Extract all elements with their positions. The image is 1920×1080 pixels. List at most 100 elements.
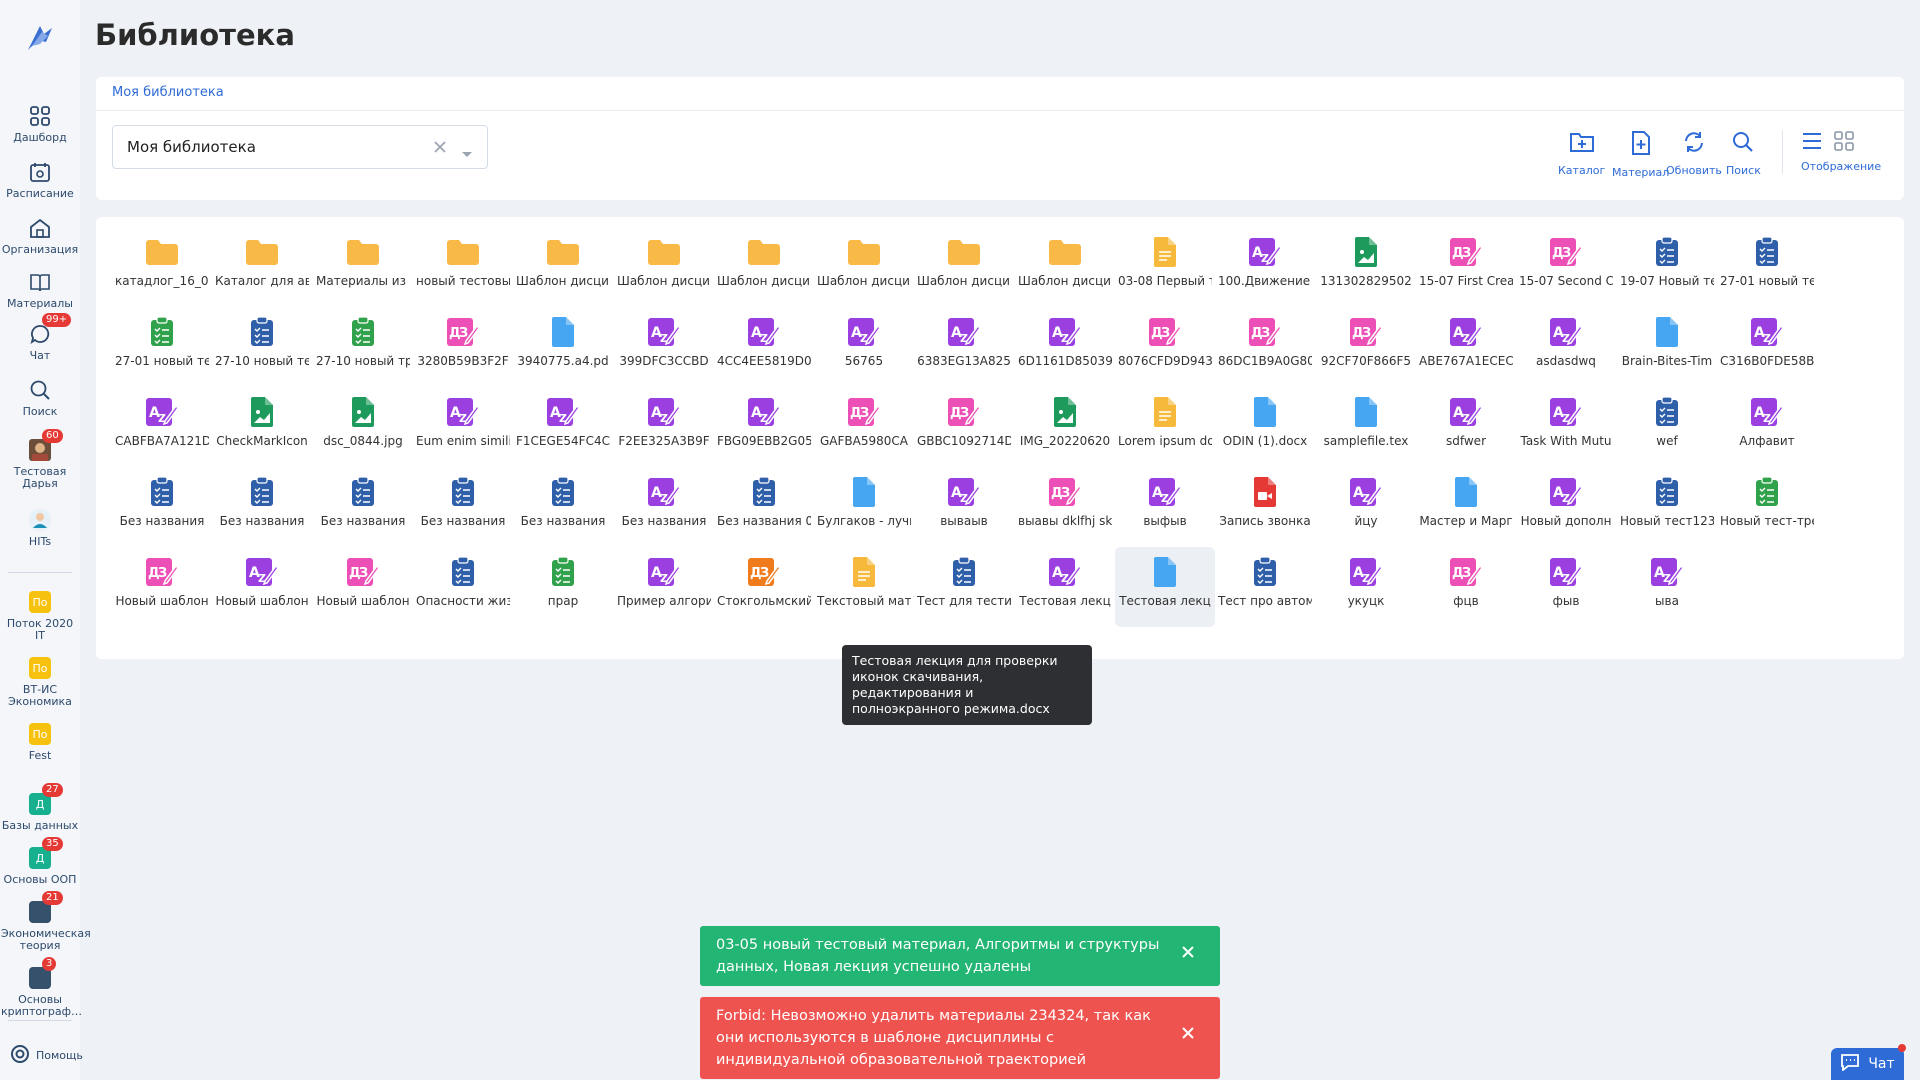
file-item[interactable]: Без названия [513, 467, 613, 547]
file-item[interactable]: 27-01 новый те [112, 307, 212, 387]
file-item[interactable]: Текстовый мат [814, 547, 914, 627]
file-item[interactable]: 3940775.a4.pd [513, 307, 613, 387]
file-item[interactable]: AZ Новый шаблон [212, 547, 312, 627]
file-item[interactable]: AZ фыв [1516, 547, 1616, 627]
file-item[interactable]: AZ 6383EG13A825 [914, 307, 1014, 387]
file-item[interactable]: ДЗ 15-07 Second C [1516, 227, 1616, 307]
app-logo[interactable] [22, 20, 58, 56]
file-item[interactable]: Шаблон дисцип [1015, 227, 1115, 307]
file-item[interactable]: Новый тест-тре [1717, 467, 1817, 547]
file-item[interactable]: AZ 56765 [814, 307, 914, 387]
file-item[interactable]: samplefile.tex [1316, 387, 1416, 467]
file-item[interactable]: ДЗ выавы dklfhj sk [1015, 467, 1115, 547]
file-item[interactable]: IMG_20220620 [1015, 387, 1115, 467]
clear-icon[interactable] [431, 138, 449, 156]
add-material-button[interactable]: Материал [1612, 130, 1669, 179]
sidebar-item-6[interactable]: 60 Тестовая Дарья [0, 429, 80, 490]
file-item[interactable]: Без названия 05 [714, 467, 814, 547]
add-folder-button[interactable]: Каталог [1558, 130, 1605, 177]
file-item[interactable]: AZ FBG09EBB2G05 [714, 387, 814, 467]
file-item[interactable]: Материалы из ф [313, 227, 413, 307]
file-item[interactable]: Мастер и Марг [1416, 467, 1516, 547]
file-item[interactable]: Булгаков - лучш [814, 467, 914, 547]
sidebar-item-5[interactable]: Поиск [0, 378, 80, 418]
file-item[interactable]: 27-10 новый тр [313, 307, 413, 387]
file-item[interactable]: новый тестовый [413, 227, 513, 307]
file-item[interactable]: AZ йцу [1316, 467, 1416, 547]
sidebar-course-6[interactable]: 3 Основы криптограф… [0, 957, 82, 1018]
file-item[interactable]: Без названия [413, 467, 513, 547]
file-item[interactable]: AZ 399DFC3CCBD [614, 307, 714, 387]
sidebar-course-2[interactable]: По Fest [0, 722, 80, 762]
file-item[interactable]: AZ Eum enim simili [413, 387, 513, 467]
file-item[interactable]: катадлог_16_05 [112, 227, 212, 307]
file-item[interactable]: ДЗ фцв [1416, 547, 1516, 627]
file-item[interactable]: AZ ыва [1617, 547, 1717, 627]
sidebar-item-3[interactable]: Материалы [0, 270, 80, 310]
search-button[interactable]: Поиск [1726, 130, 1761, 177]
file-item[interactable]: ДЗ Новый шаблон [112, 547, 212, 627]
file-item[interactable]: Тестовая лекц [1115, 547, 1215, 627]
file-item[interactable]: прар [513, 547, 613, 627]
file-item[interactable]: Без названия [313, 467, 413, 547]
file-item[interactable]: AZ Тестовая лекц [1015, 547, 1115, 627]
file-item[interactable]: AZ C316B0FDE58B [1717, 307, 1817, 387]
file-item[interactable]: Опасности жиз [413, 547, 513, 627]
sidebar-course-1[interactable]: По ВТ-ИС Экономика [0, 656, 80, 708]
file-item[interactable]: Lorem ipsum do [1115, 387, 1215, 467]
file-item[interactable]: AZ Пример алгори [614, 547, 714, 627]
sidebar-item-1[interactable]: Расписание [0, 160, 80, 200]
file-item[interactable]: AZ CABFBA7A121D [112, 387, 212, 467]
file-item[interactable]: CheckMarkIcon [212, 387, 312, 467]
file-item[interactable]: Тест для тести [914, 547, 1014, 627]
file-item[interactable]: Запись звонка [1215, 467, 1315, 547]
file-item[interactable]: ДЗ 8076CFD9D943 [1115, 307, 1215, 387]
close-icon[interactable] [1180, 1025, 1196, 1041]
sidebar-course-3[interactable]: Д 27 Базы данных [0, 783, 80, 832]
file-item[interactable]: AZ Алфавит [1717, 387, 1817, 467]
help-link[interactable]: Помощь [10, 1044, 83, 1067]
grid-view-icon[interactable] [1833, 130, 1855, 156]
close-icon[interactable] [1180, 944, 1196, 960]
chat-button[interactable]: Чат [1831, 1048, 1904, 1080]
file-item[interactable]: Без названия [112, 467, 212, 547]
file-item[interactable]: Новый тест123 [1617, 467, 1717, 547]
file-item[interactable]: Шаблон дисцип [814, 227, 914, 307]
file-item[interactable]: AZ Без названия [614, 467, 714, 547]
file-item[interactable]: 03-08 Первый т [1115, 227, 1215, 307]
file-item[interactable]: Тест про автом [1215, 547, 1315, 627]
file-item[interactable]: Шаблон дисцип [614, 227, 714, 307]
list-view-icon[interactable] [1801, 130, 1823, 156]
file-item[interactable]: Brain-Bites-Tim [1617, 307, 1717, 387]
file-item[interactable]: AZ вываыв [914, 467, 1014, 547]
refresh-button[interactable]: Обновить [1666, 130, 1722, 177]
file-item[interactable]: ДЗ Стокгольмский [714, 547, 814, 627]
sidebar-course-5[interactable]: 21 Экономическая теория [0, 891, 91, 952]
file-item[interactable]: wef [1617, 387, 1717, 467]
file-item[interactable]: Шаблон дисцип [714, 227, 814, 307]
file-item[interactable]: Шаблон дисцип [914, 227, 1014, 307]
chevron-down-icon[interactable] [461, 145, 473, 163]
sidebar-item-2[interactable]: Организация [0, 216, 80, 256]
file-item[interactable]: ДЗ GAFBA5980CA [814, 387, 914, 467]
file-item[interactable]: AZ Task With Mutu [1516, 387, 1616, 467]
file-item[interactable]: dsc_0844.jpg [313, 387, 413, 467]
file-item[interactable]: 27-01 новый те [1717, 227, 1817, 307]
sidebar-item-0[interactable]: Дашборд [0, 104, 80, 144]
file-item[interactable]: AZ ABE767A1ECEC [1416, 307, 1516, 387]
file-item[interactable]: Каталог для ав [212, 227, 312, 307]
sidebar-item-7[interactable]: HITs [0, 508, 80, 548]
file-item[interactable]: 131302829502 [1316, 227, 1416, 307]
file-item[interactable]: AZ F1CEGE54FC4C [513, 387, 613, 467]
file-item[interactable]: AZ sdfwer [1416, 387, 1516, 467]
file-item[interactable]: ДЗ 15-07 First Crea [1416, 227, 1516, 307]
file-item[interactable]: ODIN (1).docx [1215, 387, 1315, 467]
file-item[interactable]: ДЗ Новый шаблон [313, 547, 413, 627]
sidebar-course-4[interactable]: Д 35 Основы ООП [0, 837, 80, 886]
file-item[interactable]: Шаблон дисцип [513, 227, 613, 307]
file-item[interactable]: AZ укуцк [1316, 547, 1416, 627]
file-item[interactable]: 27-10 новый те [212, 307, 312, 387]
file-item[interactable]: AZ asdasdwq [1516, 307, 1616, 387]
file-item[interactable]: ДЗ GBBC1092714D [914, 387, 1014, 467]
library-select[interactable]: Моя библиотека [112, 125, 488, 169]
